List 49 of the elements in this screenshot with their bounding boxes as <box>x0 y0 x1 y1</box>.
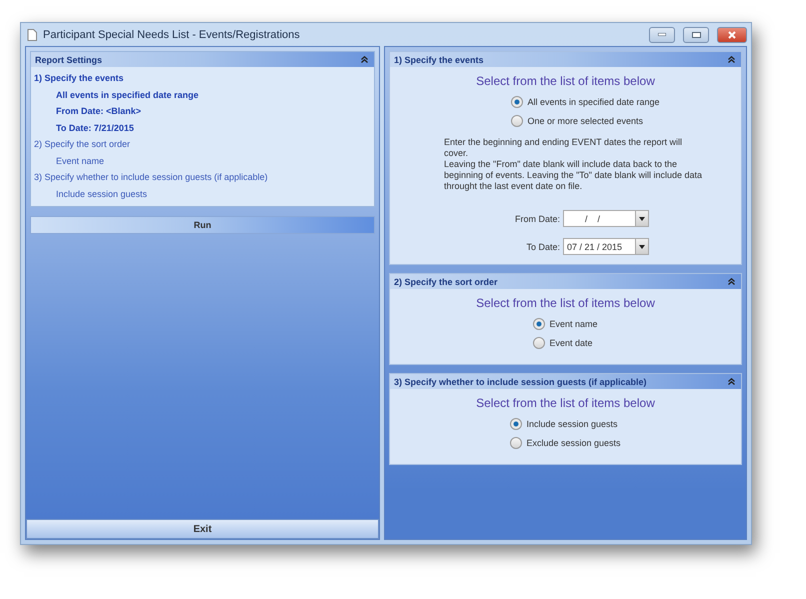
window-title: Participant Special Needs List - Events/Registrations <box>43 28 301 40</box>
exit-button[interactable]: Exit <box>26 519 379 539</box>
panel-title: Report Settings <box>35 54 102 64</box>
summary-heading: 3) Specify whether to include session guests (if applicable) <box>33 171 269 184</box>
summary-heading: 2) Specify the sort order <box>33 138 132 151</box>
radio-label[interactable]: Event date <box>549 338 593 348</box>
date-field[interactable]: / / <box>563 210 649 227</box>
date-label: To Date: <box>525 242 560 252</box>
radio-label[interactable]: Include session guests <box>526 418 618 428</box>
collapse-icon[interactable] <box>728 378 735 385</box>
radio-label[interactable]: All events in specified date range <box>527 96 660 106</box>
date-label: From Date: <box>514 214 560 224</box>
close-button[interactable] <box>717 26 747 42</box>
dropdown-icon[interactable] <box>639 244 645 248</box>
maximize-icon <box>692 32 700 38</box>
prompt-text: Select from the list of items below <box>476 296 655 310</box>
dropdown-icon[interactable] <box>639 216 645 220</box>
radio-label[interactable]: Event name <box>549 318 598 328</box>
radio-label[interactable]: One or more selected events <box>527 116 644 126</box>
instruction-text: Leaving the "From" date blank will include data back to the beginning of events. Leaving the "To" date blank will include data throught the last event date on file. <box>444 159 704 192</box>
summary-value: Include session guests <box>55 188 148 201</box>
summary-heading: 1) Specify the events <box>33 72 125 85</box>
collapse-icon[interactable] <box>361 56 368 63</box>
prompt-text: Select from the list of items below <box>476 74 655 88</box>
maximize-button[interactable] <box>683 26 709 42</box>
summary-value: From Date: <Blank> <box>55 105 142 118</box>
document-icon <box>27 28 37 40</box>
run-button[interactable]: Run <box>30 216 375 234</box>
collapse-icon[interactable] <box>728 56 735 63</box>
radio-button[interactable] <box>511 114 524 126</box>
date-field[interactable]: 07 / 21 / 2015 <box>563 238 649 255</box>
panel-title: 1) Specify the events <box>394 54 484 64</box>
radio-button[interactable] <box>533 318 546 330</box>
summary-value: To Date: 7/21/2015 <box>55 122 135 134</box>
radio-button[interactable] <box>533 336 546 348</box>
close-icon <box>728 30 736 38</box>
radio-button[interactable] <box>511 96 524 108</box>
summary-value: Event name <box>55 154 106 168</box>
collapse-icon[interactable] <box>728 278 735 285</box>
radio-label[interactable]: Exclude session guests <box>526 438 621 448</box>
instruction-text: Enter the beginning and ending EVENT dates the report will cover. <box>444 137 683 159</box>
minimize-button[interactable] <box>649 26 675 42</box>
minimize-icon <box>658 33 666 36</box>
summary-value: All events in specified date range <box>55 88 200 102</box>
panel-title: 2) Specify the sort order <box>394 276 498 286</box>
panel-title: 3) Specify whether to include session guests (if applicable) <box>394 376 647 386</box>
prompt-text: Select from the list of items below <box>476 396 655 410</box>
radio-button[interactable] <box>510 418 522 430</box>
radio-button[interactable] <box>510 436 522 448</box>
